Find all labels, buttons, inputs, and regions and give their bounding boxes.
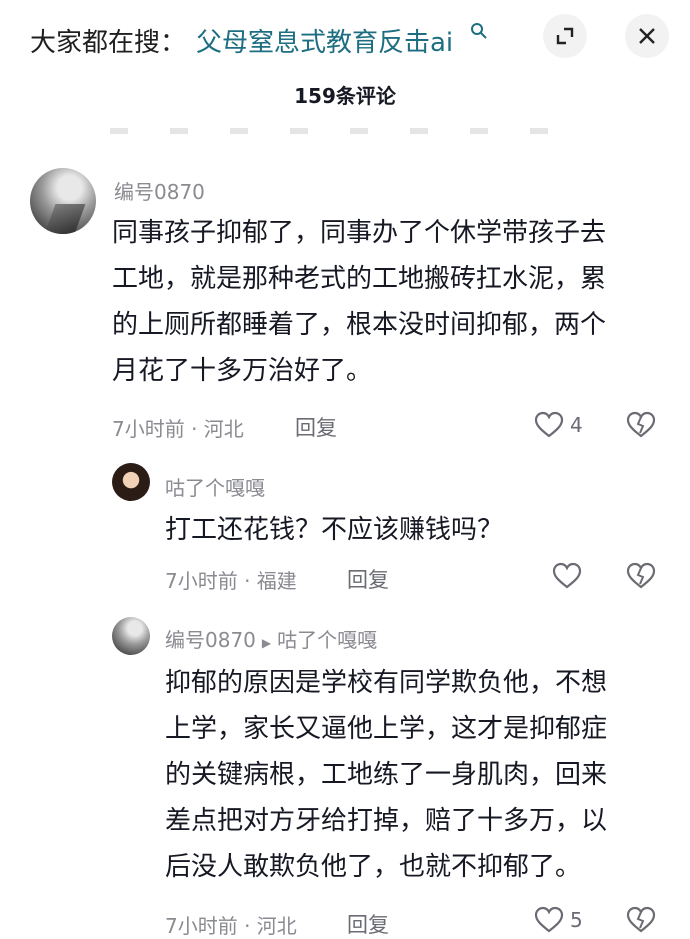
comment-count-title: 159条评论 — [294, 84, 396, 108]
reply-text: 抑郁的原因是学校有同学欺负他，不想 上学，家长又逼他上学，这才是抑郁症 的关键病… — [165, 660, 607, 890]
avatar[interactable] — [112, 617, 150, 655]
comment-text: 同事孩子抑郁了，同事办了个休学带孩子去 工地，就是那种老式的工地搬砖扛水泥，累 … — [112, 210, 606, 394]
reply-arrow-icon: ▶ — [261, 636, 272, 650]
reply-text-line: 后没人敢欺负他了，也就不抑郁了。 — [165, 852, 582, 882]
reply-author[interactable]: 编号0870 — [165, 628, 256, 652]
truncated-previous-comment — [110, 128, 580, 134]
reply-button[interactable]: 回复 — [295, 412, 337, 442]
reply-text-line: 的关键病根，工地练了一身肌肉，回来 — [165, 760, 608, 790]
reply-target[interactable]: 咕了个嘎嘎 — [277, 628, 377, 652]
search-icon[interactable] — [470, 22, 488, 40]
comment-text-line: 工地，就是那种老式的工地搬砖扛水泥，累 — [112, 264, 607, 294]
reply-button[interactable]: 回复 — [347, 909, 389, 939]
broken-heart-icon[interactable] — [626, 906, 656, 934]
close-button[interactable] — [625, 14, 669, 58]
reply-text-line: 差点把对方牙给打掉，赔了十多万，以 — [165, 806, 608, 836]
comment-text-line: 同事孩子抑郁了，同事办了个休学带孩子去 — [112, 218, 607, 248]
reply-time-location: 7小时前 · 福建 — [165, 569, 297, 593]
reply-username[interactable]: 咕了个嘎嘎 — [165, 472, 265, 501]
expand-icon — [556, 27, 574, 45]
broken-heart-icon[interactable] — [626, 411, 656, 439]
like-count: 4 — [570, 413, 583, 437]
reply-text: 打工还花钱？不应该赚钱吗？ — [165, 507, 503, 553]
like-count: 5 — [570, 908, 583, 932]
comment-text-line: 的上厕所都睡着了，根本没时间抑郁，两个 — [112, 310, 607, 340]
expand-button[interactable] — [543, 14, 587, 58]
reply-text-line: 上学，家长又逼他上学，这才是抑郁症 — [165, 714, 608, 744]
heart-outline-icon[interactable] — [552, 562, 582, 590]
close-icon — [639, 28, 655, 44]
reply-button[interactable]: 回复 — [347, 564, 389, 594]
comment-text-line: 月花了十多万治好了。 — [112, 356, 373, 386]
reply-time-location: 7小时前 · 河北 — [165, 914, 297, 938]
trending-search-link[interactable]: 父母窒息式教育反击ai — [196, 22, 453, 59]
reply-username: 编号0870 ▶ 咕了个嘎嘎 — [165, 624, 377, 653]
broken-heart-icon[interactable] — [626, 562, 656, 590]
search-prefix-label: 大家都在搜： — [30, 28, 187, 58]
comment-username[interactable]: 编号0870 — [114, 176, 205, 205]
reply-text-line: 抑郁的原因是学校有同学欺负他，不想 — [165, 668, 608, 698]
heart-outline-icon[interactable] — [534, 411, 564, 439]
avatar[interactable] — [112, 463, 150, 501]
heart-outline-icon[interactable] — [534, 906, 564, 934]
reply-text-line: 打工还花钱？不应该赚钱吗？ — [165, 515, 504, 545]
comment-time-location: 7小时前 · 河北 — [112, 417, 244, 441]
avatar[interactable] — [30, 168, 96, 234]
top-bar: 大家都在搜： 父母窒息式教育反击ai — [0, 0, 690, 78]
